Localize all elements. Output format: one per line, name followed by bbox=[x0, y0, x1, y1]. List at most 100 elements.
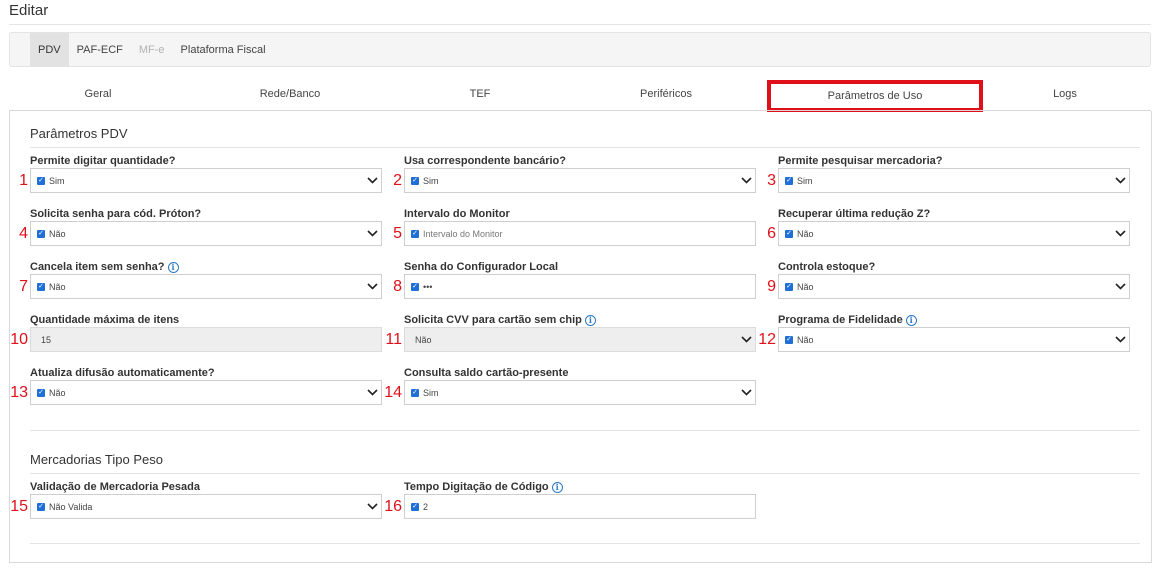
checkbox-icon[interactable]: ✓ bbox=[37, 388, 45, 397]
field-value: Não bbox=[797, 228, 814, 239]
field-label: Tempo Digitação de Código i bbox=[404, 481, 563, 493]
field-label: Senha do Configurador Local bbox=[404, 261, 558, 273]
checkbox-icon[interactable]: ✓ bbox=[37, 282, 45, 291]
select-field[interactable]: ✓ Não bbox=[778, 221, 1130, 246]
field-label: Usa correspondente bancário? bbox=[404, 155, 566, 167]
tab-logs[interactable]: Logs bbox=[983, 78, 1147, 110]
input-field[interactable]: ✓ ••• bbox=[404, 274, 756, 299]
field-label: Cancela item sem senha? i bbox=[30, 261, 179, 273]
checkbox-icon[interactable]: ✓ bbox=[411, 229, 419, 238]
annotation-number: 4 bbox=[19, 225, 28, 242]
chevron-down-icon[interactable] bbox=[1111, 283, 1129, 290]
field-label-text: Recuperar última redução Z? bbox=[778, 208, 931, 220]
chevron-down-icon[interactable] bbox=[737, 389, 755, 396]
select-field[interactable]: ✓ Não bbox=[30, 380, 382, 405]
select-field[interactable]: ✓ Não bbox=[778, 327, 1130, 352]
title-divider bbox=[9, 24, 1151, 25]
annotation-number: 11 bbox=[385, 331, 402, 348]
input-field[interactable]: ✓ 2 bbox=[404, 494, 756, 519]
field-label-text: Solicita senha para cód. Próton? bbox=[30, 208, 202, 220]
top-tab-bar: PDV PAF-ECF MF-e Plataforma Fiscal bbox=[9, 32, 1151, 67]
annotation-number: 16 bbox=[384, 498, 402, 515]
field-label: Programa de Fidelidade i bbox=[778, 314, 917, 326]
field-value: Não bbox=[415, 334, 432, 345]
checkbox-icon[interactable]: ✓ bbox=[785, 335, 793, 344]
tab-paf-ecf[interactable]: PAF-ECF bbox=[69, 33, 131, 66]
checkbox-icon[interactable]: ✓ bbox=[785, 229, 793, 238]
select-field[interactable]: ✓ Sim bbox=[404, 168, 756, 193]
field-label-text: Atualiza difusão automaticamente? bbox=[30, 367, 215, 379]
checkbox-icon[interactable]: ✓ bbox=[411, 502, 419, 511]
info-icon[interactable]: i bbox=[551, 481, 563, 493]
field-value: 15 bbox=[41, 334, 52, 345]
annotation-number: 6 bbox=[767, 225, 776, 242]
field-label-text: Permite digitar quantidade? bbox=[30, 155, 176, 167]
field-label-text: Tempo Digitação de Código bbox=[404, 481, 549, 493]
annotation-number: 9 bbox=[767, 278, 776, 295]
chevron-down-icon[interactable] bbox=[737, 336, 755, 343]
checkbox-icon[interactable]: ✓ bbox=[37, 229, 45, 238]
select-field[interactable]: ✓ Não bbox=[30, 274, 382, 299]
field-label-text: Senha do Configurador Local bbox=[404, 261, 559, 273]
select-field[interactable]: ✓ Sim bbox=[404, 380, 756, 405]
info-icon[interactable]: i bbox=[584, 314, 596, 326]
input-field: 15 bbox=[30, 327, 382, 352]
checkbox-icon[interactable]: ✓ bbox=[785, 282, 793, 291]
chevron-down-icon[interactable] bbox=[1111, 230, 1129, 237]
checkbox-icon[interactable]: ✓ bbox=[411, 388, 419, 397]
select-field[interactable]: ✓ Sim bbox=[30, 168, 382, 193]
annotation-number: 15 bbox=[10, 498, 28, 515]
field-label: Recuperar última redução Z? bbox=[778, 208, 930, 220]
field-label: Permite digitar quantidade? bbox=[30, 155, 175, 167]
info-icon[interactable]: i bbox=[167, 261, 179, 273]
annotation-number: 1 bbox=[19, 172, 28, 189]
chevron-down-icon[interactable] bbox=[363, 389, 381, 396]
field-label: Atualiza difusão automaticamente? bbox=[30, 367, 215, 379]
field-label: Consulta saldo cartão-presente bbox=[404, 367, 568, 379]
info-icon[interactable]: i bbox=[905, 314, 917, 326]
tab-geral[interactable]: Geral bbox=[9, 78, 187, 110]
select-field[interactable]: ✓ Não bbox=[778, 274, 1130, 299]
chevron-down-icon[interactable] bbox=[1111, 177, 1129, 184]
tab-plataforma-fiscal[interactable]: Plataforma Fiscal bbox=[173, 33, 274, 66]
checkbox-icon[interactable]: ✓ bbox=[785, 176, 793, 185]
annotation-number: 12 bbox=[758, 331, 776, 348]
chevron-down-icon[interactable] bbox=[363, 283, 381, 290]
section-divider bbox=[30, 147, 1140, 148]
field-label-text: Permite pesquisar mercadoria? bbox=[778, 155, 943, 167]
select-field: Não bbox=[404, 327, 756, 352]
tab-pdv[interactable]: PDV bbox=[30, 33, 69, 66]
chevron-down-icon[interactable] bbox=[737, 177, 755, 184]
select-field[interactable]: ✓ Não bbox=[30, 221, 382, 246]
field-label: Solicita CVV para cartão sem chip i bbox=[404, 314, 596, 326]
field-label: Validação de Mercadoria Pesada bbox=[30, 481, 200, 493]
annotation-number: 7 bbox=[19, 278, 28, 295]
field-label-text: Cancela item sem senha? bbox=[30, 261, 165, 273]
chevron-down-icon[interactable] bbox=[1111, 336, 1129, 343]
annotation-number: 5 bbox=[393, 225, 402, 242]
checkbox-icon[interactable]: ✓ bbox=[411, 176, 419, 185]
annotation-number: 2 bbox=[393, 172, 402, 189]
tab-tef[interactable]: TEF bbox=[385, 78, 575, 110]
field-value: Não bbox=[797, 334, 814, 345]
chevron-down-icon[interactable] bbox=[363, 177, 381, 184]
chevron-down-icon[interactable] bbox=[363, 230, 381, 237]
checkbox-icon[interactable]: ✓ bbox=[37, 502, 45, 511]
chevron-down-icon[interactable] bbox=[363, 503, 381, 510]
input-field[interactable]: ✓ Intervalo do Monitor bbox=[404, 221, 756, 246]
section-divider bbox=[30, 430, 1140, 431]
field-value: Não bbox=[49, 281, 66, 292]
checkbox-icon[interactable]: ✓ bbox=[37, 176, 45, 185]
select-field[interactable]: ✓ Sim bbox=[778, 168, 1130, 193]
field-label: Controla estoque? bbox=[778, 261, 875, 273]
tab-rede-banco[interactable]: Rede/Banco bbox=[195, 78, 385, 110]
checkbox-icon[interactable]: ✓ bbox=[411, 282, 419, 291]
field-label-text: Usa correspondente bancário? bbox=[404, 155, 566, 167]
field-label-text: Programa de Fidelidade bbox=[778, 314, 903, 326]
select-field[interactable]: ✓ Não Valida bbox=[30, 494, 382, 519]
tab-parametros-de-uso[interactable]: Parâmetros de Uso bbox=[767, 80, 983, 112]
annotation-number: 3 bbox=[767, 172, 776, 189]
tab-perifericos[interactable]: Periféricos bbox=[575, 78, 757, 110]
field-value: ••• bbox=[423, 281, 433, 292]
tab-mf-e: MF-e bbox=[138, 43, 165, 56]
